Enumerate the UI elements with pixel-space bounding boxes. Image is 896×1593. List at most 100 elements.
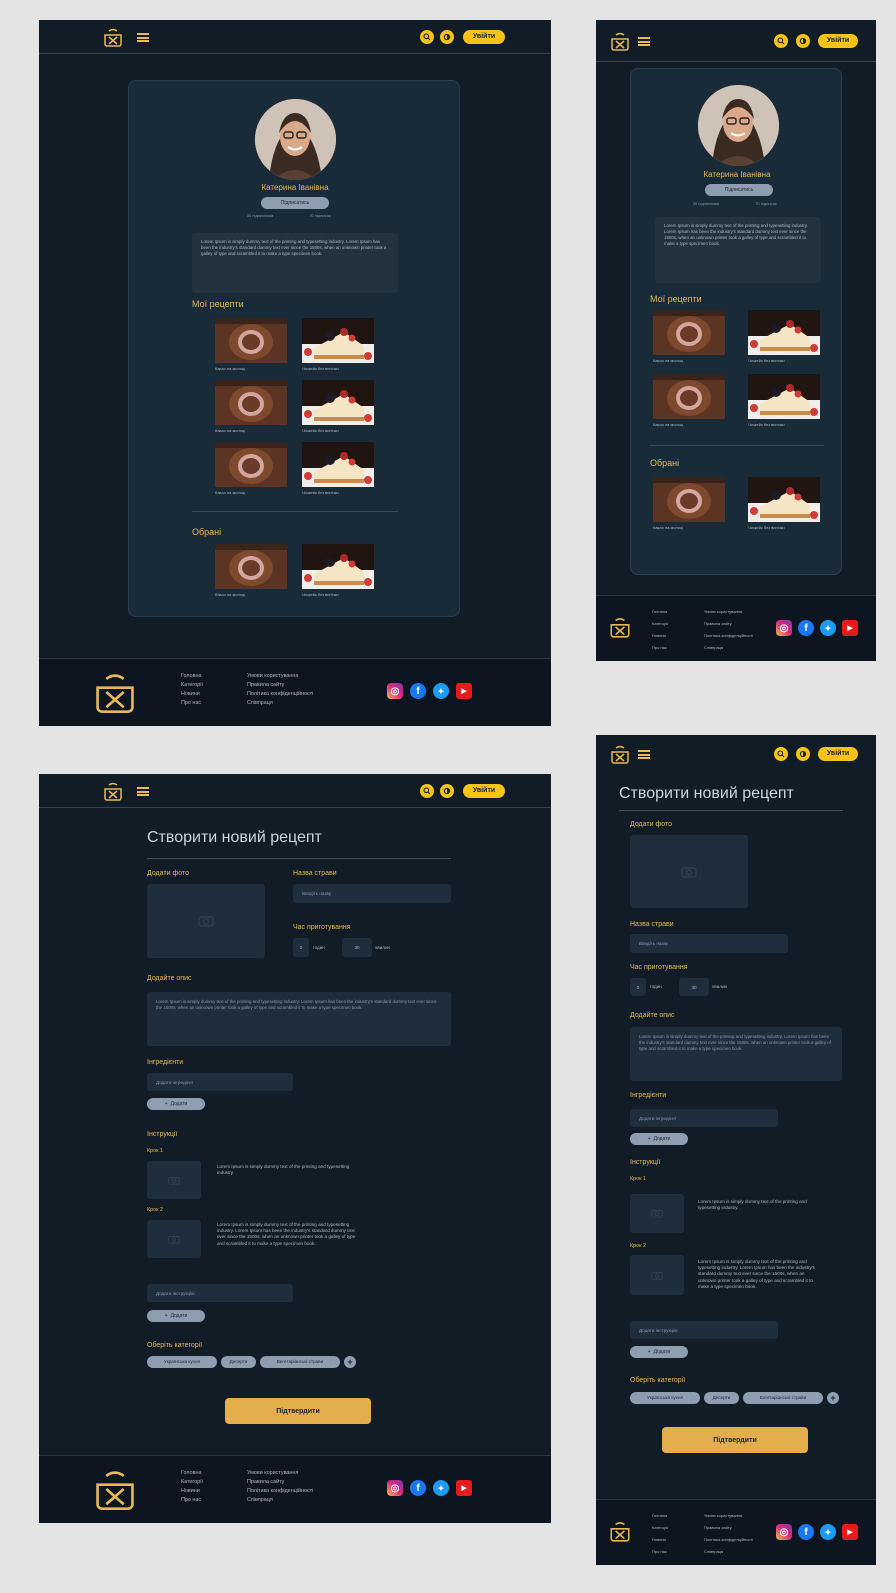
subscribe-button[interactable]: Підписатись [705,184,773,196]
twitter-icon[interactable]: ✦ [820,1524,836,1540]
recipe-title[interactable]: Какао на молоці [215,428,245,433]
footer-link[interactable]: Категорії [652,1522,668,1534]
description-textarea[interactable]: Lorem Ipsum is simply dummy text of the … [147,992,451,1046]
recipe-image-cocoa[interactable] [653,310,725,355]
search-icon[interactable] [420,784,434,798]
footer-link[interactable]: Головна [652,1510,668,1522]
recipe-image-cheesecake[interactable] [748,477,820,522]
recipe-title[interactable]: Чизкейк без випічки [748,422,785,427]
theme-toggle-icon[interactable] [796,34,810,48]
category-chip[interactable]: Вегетаріанські страви [743,1392,823,1404]
chef-pot-logo-icon[interactable] [102,780,124,807]
hamburger-menu-icon[interactable] [137,787,149,796]
recipe-image-cheesecake[interactable] [302,318,374,363]
footer-link[interactable]: Правила сайту [247,681,313,690]
step-2-text[interactable]: Lorem Ipsum is simply dummy text of the … [217,1222,361,1247]
minutes-input[interactable]: 30 [342,938,372,957]
instruction-input[interactable]: Додати інструкцію [630,1321,778,1339]
category-chip[interactable]: Українська кухня [630,1392,700,1404]
footer-link[interactable]: Політика конфіденційності [247,690,313,699]
footer-link[interactable]: Категорії [652,618,668,630]
footer-link[interactable]: Співпраця [704,642,753,654]
recipe-image-cheesecake[interactable] [302,380,374,425]
footer-link[interactable]: Співпраця [247,699,313,708]
footer-link[interactable]: Новини [652,1534,668,1546]
footer-link[interactable]: Головна [181,1469,203,1478]
hours-input[interactable]: 0 [630,978,646,996]
instagram-icon[interactable]: ◎ [387,683,403,699]
add-instruction-button[interactable]: + Додати [630,1346,688,1358]
step-1-photo[interactable] [147,1161,201,1199]
footer-link[interactable]: Співпраця [247,1496,313,1505]
footer-link[interactable]: Політика конфіденційності [247,1487,313,1496]
recipe-title[interactable]: Какао на молоці [215,366,245,371]
footer-link[interactable]: Про нас [181,699,203,708]
theme-toggle-icon[interactable] [440,30,454,44]
recipe-image-cheesecake[interactable] [302,442,374,487]
recipe-title[interactable]: Чизкейк без випічки [302,490,339,495]
login-button[interactable]: Увійти [818,747,858,761]
step-2-text[interactable]: Lorem Ipsum is simply dummy text of the … [698,1259,824,1290]
footer-link[interactable]: Новини [652,630,668,642]
hamburger-menu-icon[interactable] [638,37,650,46]
recipe-image-cheesecake[interactable] [302,544,374,589]
category-chip[interactable]: Українська кухня [147,1356,217,1368]
recipe-title[interactable]: Чизкейк без випічки [302,366,339,371]
step-2-photo[interactable] [630,1255,684,1295]
hamburger-menu-icon[interactable] [137,33,149,42]
facebook-icon[interactable]: f [798,620,814,636]
twitter-icon[interactable]: ✦ [820,620,836,636]
hamburger-menu-icon[interactable] [638,750,650,759]
chef-pot-logo-icon[interactable] [91,668,139,721]
footer-link[interactable]: Категорії [181,1478,203,1487]
theme-toggle-icon[interactable] [440,784,454,798]
photo-upload-area[interactable] [630,835,748,908]
footer-link[interactable]: Політика конфіденційності [704,1534,753,1546]
recipe-title[interactable]: Какао на молоці [215,490,245,495]
twitter-icon[interactable]: ✦ [433,683,449,699]
recipe-title[interactable]: Чизкейк без випічки [302,428,339,433]
instagram-icon[interactable]: ◎ [387,1480,403,1496]
chef-pot-logo-icon[interactable] [102,26,124,53]
facebook-icon[interactable]: f [798,1524,814,1540]
add-category-icon[interactable]: + [827,1392,839,1404]
recipe-image-cocoa[interactable] [215,318,287,363]
footer-link[interactable]: Умови користування [247,672,313,681]
recipe-image-cheesecake[interactable] [748,374,820,419]
chef-pot-logo-icon[interactable] [608,1519,632,1548]
footer-link[interactable]: Новини [181,690,203,699]
footer-link[interactable]: Політика конфіденційності [704,630,753,642]
hours-input[interactable]: 0 [293,938,309,957]
recipe-image-cheesecake[interactable] [748,310,820,355]
youtube-icon[interactable]: ▶ [456,1480,472,1496]
recipe-image-cocoa[interactable] [653,374,725,419]
footer-link[interactable]: Головна [652,606,668,618]
footer-link[interactable]: Співпраця [704,1546,753,1558]
description-textarea[interactable]: Lorem Ipsum is simply dummy text of the … [630,1027,842,1081]
login-button[interactable]: Увійти [463,784,505,798]
recipe-image-cocoa[interactable] [215,544,287,589]
add-category-icon[interactable]: + [344,1356,356,1368]
footer-link[interactable]: Про нас [181,1496,203,1505]
recipe-title[interactable]: Какао на молоці [653,422,683,427]
ingredient-input[interactable]: Додати інгредієнт [147,1073,293,1091]
recipe-image-cocoa[interactable] [653,477,725,522]
recipe-title[interactable]: Чизкейк без випічки [302,592,339,597]
recipe-image-cocoa[interactable] [215,442,287,487]
photo-upload-area[interactable] [147,884,265,958]
login-button[interactable]: Увійти [818,34,858,48]
search-icon[interactable] [774,747,788,761]
instruction-input[interactable]: Додати інструкцію [147,1284,293,1302]
subscribe-button[interactable]: Підписатись [261,197,329,209]
step-1-text[interactable]: Lorem Ipsum is simply dummy text of the … [217,1164,361,1176]
add-ingredient-button[interactable]: + Додати [147,1098,205,1110]
chef-pot-logo-icon[interactable] [91,1465,139,1518]
dish-name-input[interactable]: Введіть назву [293,884,451,903]
chef-pot-logo-icon[interactable] [609,743,631,770]
search-icon[interactable] [420,30,434,44]
recipe-title[interactable]: Чизкейк без випічки [748,358,785,363]
recipe-title[interactable]: Чизкейк без випічки [748,525,785,530]
chef-pot-logo-icon[interactable] [608,615,632,644]
add-instruction-button[interactable]: + Додати [147,1310,205,1322]
footer-link[interactable]: Правила сайту [247,1478,313,1487]
